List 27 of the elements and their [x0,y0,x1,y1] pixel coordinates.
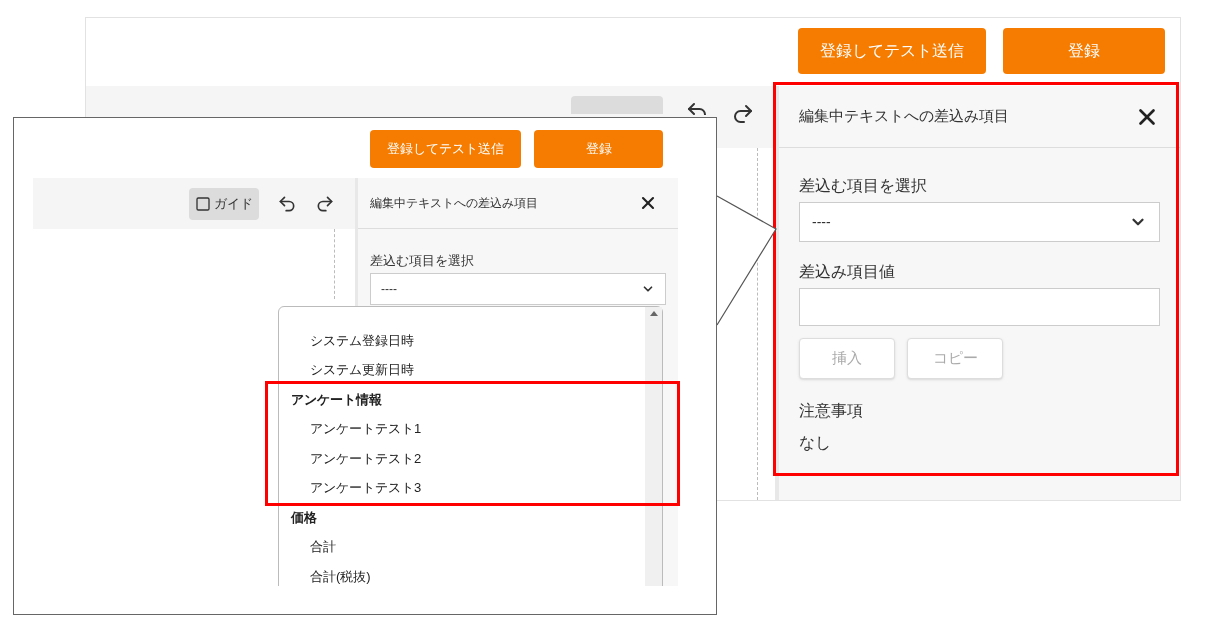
group-heading: 価格 [291,509,317,526]
dropdown-option[interactable]: アンケートテスト1 [310,421,422,438]
redo-icon[interactable] [731,102,755,126]
scrollbar[interactable] [645,307,662,586]
checkbox-icon [195,195,211,212]
scroll-up-icon[interactable] [649,311,658,316]
field-label: 差込む項目を選択 [370,254,475,267]
undo-icon[interactable] [685,100,709,115]
field-label: 差込み項目値 [799,264,896,280]
notes-label: 注意事項 [799,401,864,421]
dropdown-option[interactable]: 合計(税抜) [310,568,371,585]
dropdown-option[interactable]: 合計 [310,539,336,556]
dropdown-option[interactable]: アンケートテスト3 [310,480,422,497]
dropdown-option[interactable]: アンケートテスト2 [310,450,422,467]
input-field[interactable] [799,288,1160,326]
dropdown-option[interactable]: システム更新日時 [310,362,414,379]
redo-icon[interactable] [315,193,335,214]
panel-title: 編集中テキストへの差込み項目 [799,106,1009,127]
select-field[interactable]: ---- [370,273,666,305]
notes-text: なし [799,433,832,453]
guide-button[interactable]: ガイド [189,187,259,220]
select-field[interactable]: ---- [799,202,1160,242]
dropdown-option[interactable]: システム登録日時 [310,332,414,349]
undo-icon[interactable] [277,193,297,214]
group-heading: アンケート情報 [291,391,382,408]
field-label: 差込む項目を選択 [799,178,928,194]
panel-title: 編集中テキストへの差込み項目 [370,195,538,212]
